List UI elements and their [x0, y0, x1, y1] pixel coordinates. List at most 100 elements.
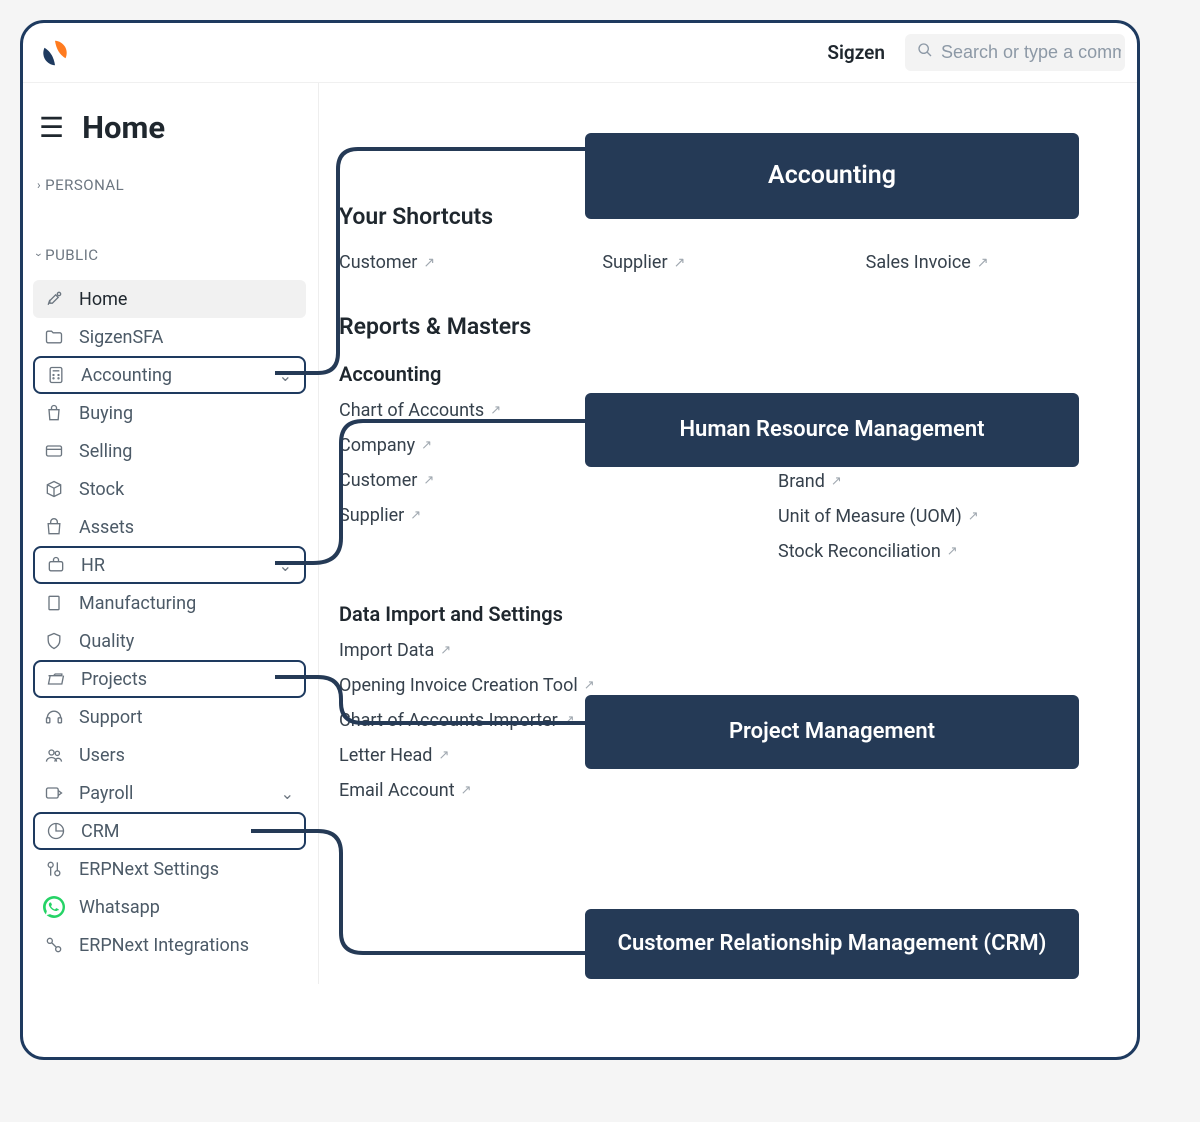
sidebar-item-home[interactable]: Home [33, 280, 306, 318]
sidebar-item-label: Manufacturing [79, 593, 294, 614]
sidebar-item-label: Support [79, 707, 294, 728]
chevron-right-icon: › [37, 178, 41, 192]
arrow-icon: ↗ [438, 748, 449, 763]
sidebar-item-stock[interactable]: Stock [33, 470, 306, 508]
company-label[interactable]: Sigzen [827, 41, 885, 64]
shopbag-icon [43, 517, 65, 537]
users-icon [43, 745, 65, 765]
pie-icon [45, 821, 67, 841]
sidebar-item-hr[interactable]: HR ⌄ [33, 546, 306, 584]
card-icon [43, 441, 65, 461]
arrow-icon: ↗ [947, 544, 958, 559]
shortcut-sales-invoice[interactable]: Sales Invoice↗ [866, 252, 1129, 273]
chevron-down-icon[interactable]: ⌄ [281, 784, 294, 803]
arrow-icon: ↗ [440, 643, 451, 658]
sidebar-item-label: Stock [79, 479, 294, 500]
arrow-icon: ↗ [968, 509, 979, 524]
sidebar-item-whatsapp[interactable]: Whatsapp [33, 888, 306, 926]
search-input[interactable] [941, 42, 1121, 63]
link-customer[interactable]: Customer↗ [339, 470, 698, 491]
sidebar-item-label: Accounting [81, 365, 265, 386]
settings-icon [43, 859, 65, 879]
sidebar-item-label: Buying [79, 403, 294, 424]
sidebar-item-label: Home [79, 289, 294, 310]
sidebar-item-erpnext-settings[interactable]: ERPNext Settings [33, 850, 306, 888]
arrow-icon: ↗ [461, 783, 472, 798]
chevron-down-icon: › [32, 253, 46, 257]
sidebar-item-label: Projects [81, 669, 292, 690]
sidebar-item-buying[interactable]: Buying [33, 394, 306, 432]
sidebar-item-assets[interactable]: Assets [33, 508, 306, 546]
arrow-icon: ↗ [977, 255, 989, 271]
briefcase-icon [45, 555, 67, 575]
page-title: Home [82, 109, 165, 146]
hamburger-icon[interactable]: ☰ [39, 114, 64, 142]
calculator-icon [45, 365, 67, 385]
sidebar-item-label: SigzenSFA [79, 327, 294, 348]
sidebar-item-manufacturing[interactable]: Manufacturing [33, 584, 306, 622]
sidebar-group-personal[interactable]: › PERSONAL [33, 170, 306, 210]
arrow-icon: ↗ [674, 255, 686, 271]
sidebar-item-crm[interactable]: CRM [33, 812, 306, 850]
sidebar-item-sigzensfa[interactable]: SigzenSFA [33, 318, 306, 356]
sidebar-item-users[interactable]: Users [33, 736, 306, 774]
sidebar-item-support[interactable]: Support [33, 698, 306, 736]
sidebar-item-payroll[interactable]: Payroll ⌄ [33, 774, 306, 812]
search-icon [917, 42, 933, 63]
data-import-title: Data Import and Settings [339, 602, 1137, 626]
sidebar-item-label: Users [79, 745, 294, 766]
link-supplier[interactable]: Supplier↗ [339, 505, 698, 526]
reports-subtitle-accounting: Accounting [339, 362, 1137, 386]
sidebar-item-accounting[interactable]: Accounting ⌄ [33, 356, 306, 394]
arrow-icon: ↗ [831, 474, 842, 489]
app-window: Sigzen ☰ Home › PERSONAL › PUBLIC [20, 20, 1140, 1060]
sidebar: ☰ Home › PERSONAL › PUBLIC Home SigzenSF… [23, 83, 318, 984]
shield-icon [43, 631, 65, 651]
link-uom[interactable]: Unit of Measure (UOM)↗ [778, 506, 1137, 527]
reports-title: Reports & Masters [339, 313, 1137, 340]
arrow-icon: ↗ [423, 255, 435, 271]
folder-icon [43, 327, 65, 347]
whatsapp-icon [43, 896, 65, 918]
arrow-icon: ↗ [564, 713, 575, 728]
tools-icon [43, 289, 65, 309]
callout-hrm: Human Resource Management [585, 393, 1079, 467]
shortcut-supplier[interactable]: Supplier↗ [602, 252, 865, 273]
sidebar-item-label: ERPNext Settings [79, 859, 294, 880]
sidebar-item-label: Payroll [79, 783, 267, 804]
sidebar-item-quality[interactable]: Quality [33, 622, 306, 660]
integrations-icon [43, 935, 65, 955]
arrow-icon: ↗ [423, 473, 434, 488]
sidebar-item-label: CRM [81, 821, 292, 842]
arrow-icon: ↗ [410, 508, 421, 523]
sidebar-item-label: Quality [79, 631, 294, 652]
sidebar-item-projects[interactable]: Projects [33, 660, 306, 698]
callout-accounting: Accounting [585, 133, 1079, 219]
sidebar-item-label: Assets [79, 517, 294, 538]
link-email-account[interactable]: Email Account↗ [339, 780, 1137, 801]
sidebar-item-label: Selling [79, 441, 294, 462]
logo [41, 39, 69, 67]
chevron-down-icon[interactable]: ⌄ [279, 366, 292, 385]
link-brand[interactable]: Brand↗ [778, 471, 1137, 492]
sidebar-item-label: HR [81, 555, 265, 576]
search-wrap[interactable] [905, 34, 1125, 71]
box-icon [43, 479, 65, 499]
sidebar-item-label: ERPNext Integrations [79, 935, 294, 956]
arrow-icon: ↗ [584, 678, 595, 693]
chevron-down-icon[interactable]: ⌄ [279, 556, 292, 575]
openfolder-icon [45, 669, 67, 689]
sidebar-item-selling[interactable]: Selling [33, 432, 306, 470]
link-import-data[interactable]: Import Data↗ [339, 640, 1137, 661]
sidebar-item-erpnext-integrations[interactable]: ERPNext Integrations [33, 926, 306, 964]
headset-icon [43, 707, 65, 727]
link-stock-reconciliation[interactable]: Stock Reconciliation↗ [778, 541, 1137, 562]
callout-project-management: Project Management [585, 695, 1079, 769]
sidebar-group-public[interactable]: › PUBLIC [33, 240, 306, 280]
arrow-icon: ↗ [421, 438, 432, 453]
arrow-icon: ↗ [490, 403, 501, 418]
topbar: Sigzen [23, 23, 1137, 83]
shortcut-customer[interactable]: Customer↗ [339, 252, 602, 273]
link-opening-invoice-creation-tool[interactable]: Opening Invoice Creation Tool↗ [339, 675, 1137, 696]
building-icon [43, 593, 65, 613]
